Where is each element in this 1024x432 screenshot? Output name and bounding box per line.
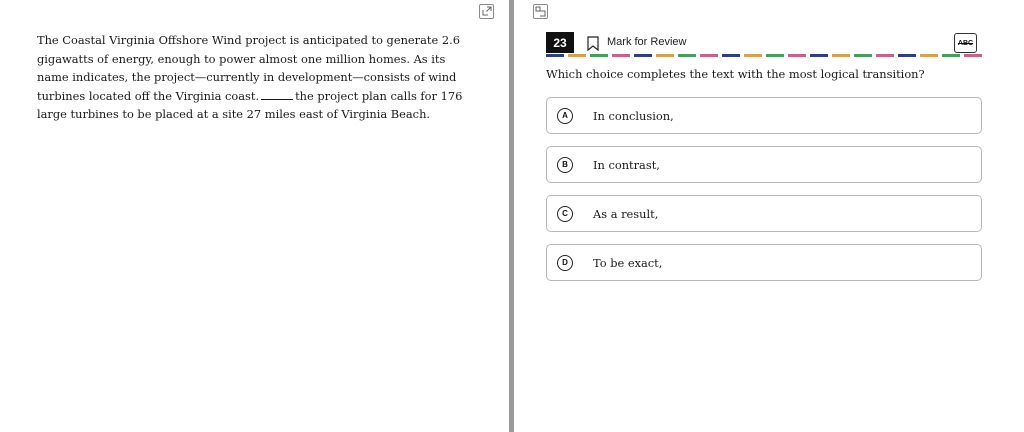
answer-blank: [261, 89, 294, 100]
passage-text: The Coastal Virginia Offshore Wind proje…: [37, 31, 477, 124]
choice-text-c: As a result,: [593, 206, 659, 221]
passage-line: gigawatts of energy, enough to power alm…: [37, 51, 446, 66]
strikethrough-toggle-button[interactable]: ABC: [954, 33, 977, 53]
header-divider: [546, 54, 982, 57]
choice-text-a: In conclusion,: [593, 108, 674, 123]
passage-pane: The Coastal Virginia Offshore Wind proje…: [0, 0, 509, 432]
choice-text-d: To be exact,: [593, 255, 663, 270]
passage-line: the project plan calls for 176: [295, 88, 463, 103]
choice-letter-a: A: [557, 107, 573, 124]
passage-line: name indicates, the project—currently in…: [37, 70, 457, 85]
question-prompt: Which choice completes the text with the…: [546, 67, 925, 81]
choice-letter-c: C: [557, 205, 573, 222]
question-pane: 23 Mark for Review ABC Which choice comp…: [514, 0, 1024, 432]
choice-letter-d: D: [557, 254, 573, 271]
question-number: 23: [546, 32, 574, 53]
passage-line: large turbines to be placed at a site 27…: [37, 107, 431, 122]
answer-choice-d[interactable]: D To be exact,: [546, 244, 982, 281]
expand-icon[interactable]: [479, 4, 494, 19]
answer-choice-b[interactable]: B In contrast,: [546, 146, 982, 183]
choice-letter-b: B: [557, 156, 573, 173]
passage-line: The Coastal Virginia Offshore Wind proje…: [37, 33, 460, 47]
mark-for-review-button[interactable]: Mark for Review: [607, 36, 686, 48]
collapse-icon[interactable]: [533, 4, 548, 19]
bookmark-icon[interactable]: [587, 36, 599, 51]
passage-line: turbines located off the Virginia coast.: [37, 88, 260, 103]
answer-choice-a[interactable]: A In conclusion,: [546, 97, 982, 134]
answer-choice-c[interactable]: C As a result,: [546, 195, 982, 232]
choice-text-b: In contrast,: [593, 157, 660, 172]
